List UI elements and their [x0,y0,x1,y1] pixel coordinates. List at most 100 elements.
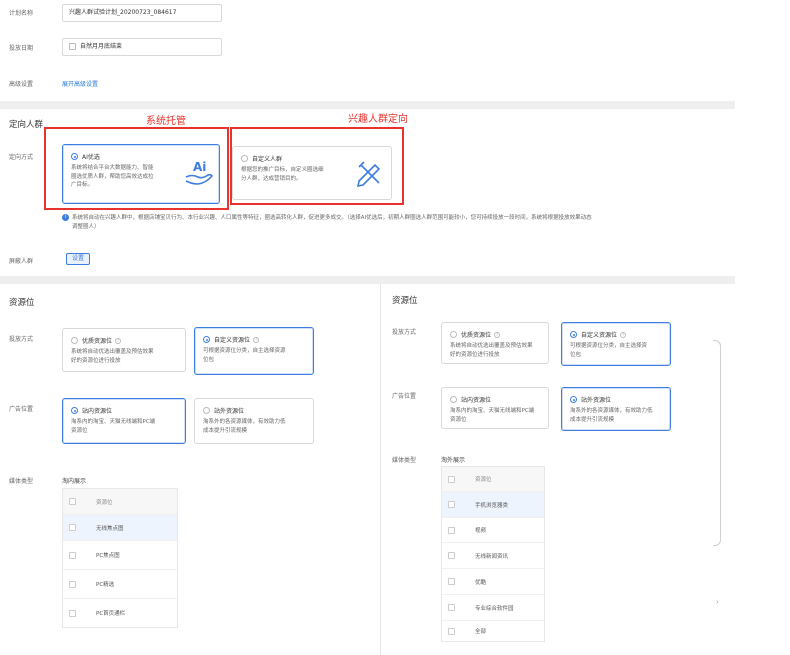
table-header: 资源位 [96,499,113,506]
select-all-checkbox[interactable] [69,498,76,505]
row-checkbox[interactable] [69,580,76,588]
card-title: 自定义资源位 [214,337,251,344]
scrollbar-track[interactable] [713,340,721,546]
row-label: 全部 [475,629,487,635]
ad-position-label: 广告位置 [392,393,417,400]
row-checkbox[interactable] [69,524,76,531]
card-title: 自定义资源位 [581,332,618,339]
section-divider [0,101,735,109]
table-header: 资源位 [475,477,492,483]
row-label: 专业综合软件园 [475,605,514,612]
row-checkbox[interactable] [448,627,455,635]
row-label: PC首页通栏 [96,611,126,617]
card-desc-line: 圈选优质人群，帮助您高效达成拉 [71,173,154,180]
resource-left-title: 资源位 [9,298,35,308]
table-row[interactable]: 视频 [442,518,544,543]
card-desc-line: 系统将结合平台大数据能力、智能 [71,165,154,171]
card-quality-resource[interactable]: 优质资源位? 系统将自动优选出覆盖及预估效果 好的资源位进行投放 [62,328,186,372]
row-checkbox[interactable] [448,604,455,611]
delivery-method-label: 投放方式 [392,329,417,336]
table-row[interactable]: 优酷 [442,569,544,595]
table-row[interactable]: 全部 [442,621,544,641]
radio-offsite-resource[interactable] [570,396,577,403]
resource-table-left: 资源位 无线焦点图 PC焦点图 PC精选 PC首页通栏 [62,488,178,628]
annotation-system-managed: 系统托管 [146,116,186,127]
table-row[interactable]: PC焦点图 [63,541,177,570]
card-desc-line: 资源位 [450,416,467,423]
card-desc-line: 根据您的推广目标，自定义圈选细 [241,167,324,173]
pencil-ruler-icon [356,161,381,188]
card-desc-line: 成本提升引流规模 [570,416,615,423]
month-end-checkbox[interactable] [69,43,76,50]
card-desc-line: 淘系内的淘宝、天猫无线端和PC端 [450,408,535,414]
plan-name-label: 计划名称 [9,10,34,17]
media-type-value: 淘内展示 [62,478,87,485]
radio-onsite-resource[interactable] [71,407,78,414]
row-checkbox[interactable] [448,501,455,508]
card-onsite-resource[interactable]: 站内资源位 淘系内的淘宝、天猫无线端和PC端 资源位 [62,398,186,444]
table-row[interactable]: 无线新闻资讯 [442,543,544,569]
table-row[interactable]: 无线焦点图 [63,515,177,541]
row-checkbox[interactable] [448,526,455,534]
radio-quality-resource[interactable] [71,337,78,344]
table-header-row: 资源位 [442,467,544,492]
row-label: 手机浏览器类 [475,502,509,509]
radio-quality-resource[interactable] [450,331,457,338]
radio-offsite-resource[interactable] [203,407,210,414]
row-label: 优酷 [475,579,487,586]
card-ai-optimized[interactable]: AI优选 系统将结合平台大数据能力、智能 圈选优质人群，帮助您高效达成拉 广目标… [62,144,220,204]
table-header-row: 资源位 [63,489,177,515]
help-icon[interactable]: ? [620,331,627,338]
row-label: PC焦点图 [96,553,120,559]
ad-position-label: 广告位置 [9,406,34,413]
advanced-label: 高级设置 [9,81,34,88]
card-offsite-resource[interactable]: 站外资源位 淘系外的各资源媒体，有效助力低 成本提升引流规模 [561,387,671,431]
radio-custom-resource[interactable] [203,336,210,343]
radio-onsite-resource[interactable] [450,396,457,403]
card-quality-resource[interactable]: 优质资源位? 系统将自动优选出覆盖及预估效果 好的资源位进行投放 [441,322,549,364]
card-offsite-resource[interactable]: 站外资源位 淘系外的各资源媒体，有效助力低 成本提升引流规模 [194,398,314,444]
ai-hand-icon: Ai [185,160,213,185]
expand-advanced-link[interactable]: 展开高级设置 [62,79,98,88]
chevron-right-icon[interactable]: › [716,598,719,606]
card-desc-line: 可根据资源位分类，自主选择资源 [203,348,286,354]
media-type-label: 媒体类型 [392,457,417,464]
radio-ai-optimized[interactable] [71,153,78,160]
row-checkbox[interactable] [69,551,76,559]
row-label: 视频 [475,528,487,534]
table-row[interactable]: PC首页通栏 [63,599,177,627]
shield-settings-button[interactable]: 设置 [66,253,90,265]
card-custom-resource[interactable]: 自定义资源位? 可根据资源位分类，自主选择资 位包 [561,322,671,366]
radio-custom-resource[interactable] [570,331,577,338]
select-all-checkbox[interactable] [448,475,455,483]
row-label: 无线焦点图 [96,525,124,532]
targeting-note-line: 系统将自动在兴趣人群中，根据店铺宝贝行为、本行业兴趣、人口属性等特征，圈选高转化… [72,215,592,221]
media-type-label: 媒体类型 [9,478,34,485]
row-checkbox[interactable] [448,578,455,585]
card-custom-audience[interactable]: 自定义人群 根据您的推广目标，自定义圈选细 分人群，达成营销目的。 [232,146,392,200]
card-title: 优质资源位 [461,332,492,339]
info-icon: i [62,214,69,221]
help-icon[interactable]: ? [494,331,501,338]
radio-custom-audience[interactable] [241,155,248,162]
plan-name-input[interactable]: 兴趣人群试验计划_20200723_084617 [62,4,222,22]
row-label: PC精选 [96,582,115,588]
card-onsite-resource[interactable]: 站内资源位 淘系内的淘宝、天猫无线端和PC端 资源位 [441,387,549,429]
targeting-note: i 系统将自动在兴趣人群中，根据店铺宝贝行为、本行业兴趣、人口属性等特征，圈选高转… [62,214,732,232]
row-checkbox[interactable] [448,552,455,559]
help-icon[interactable]: ? [253,336,260,343]
table-row[interactable]: 专业综合软件园 [442,595,544,621]
card-custom-resource[interactable]: 自定义资源位? 可根据资源位分类，自主选择资源 位包 [194,327,314,375]
card-title: 站外资源位 [581,397,612,404]
targeting-method-label: 定向方式 [9,154,34,161]
card-desc-line: 资源位 [71,427,88,434]
card-desc-line: 淘系外的各资源媒体，有效助力低 [570,408,653,414]
row-checkbox[interactable] [69,609,76,617]
date-field[interactable]: 自然月月底结束 [62,38,222,56]
row-label: 无线新闻资讯 [475,553,509,560]
targeting-note-line: 调整圈人） [72,224,100,230]
table-row[interactable]: 手机浏览器类 [442,492,544,518]
card-desc-line: 系统将自动优选出覆盖及预估效果 [450,343,533,349]
help-icon[interactable]: ? [115,337,122,344]
table-row[interactable]: PC精选 [63,570,177,599]
